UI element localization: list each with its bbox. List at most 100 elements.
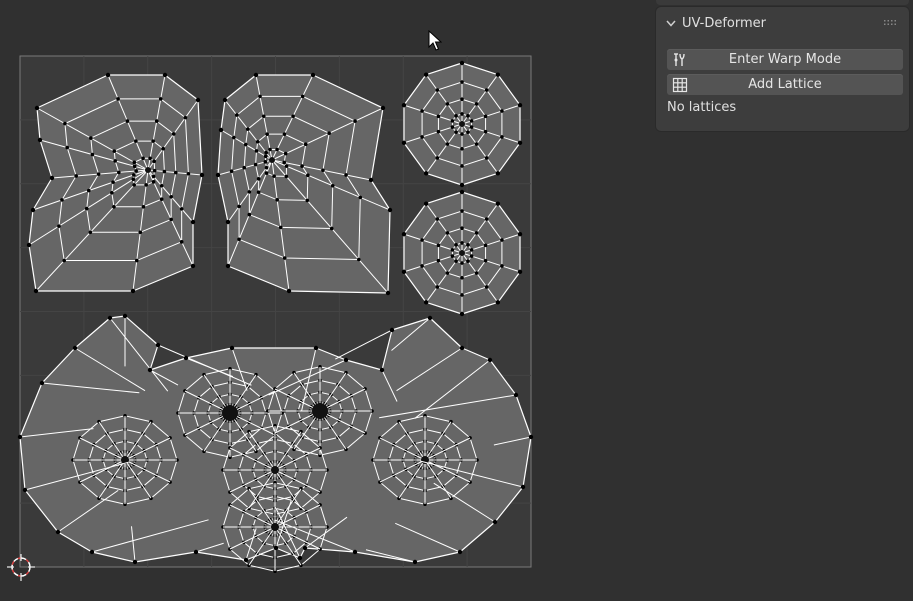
- uv-vertex: [243, 557, 249, 563]
- uv-vertex: [190, 263, 196, 269]
- uv-vertex: [55, 529, 61, 535]
- uv-vertex: [460, 112, 464, 116]
- uv-vertex: [87, 188, 91, 193]
- uv-vertex: [469, 125, 474, 129]
- uv-vertex: [272, 174, 276, 178]
- uv-vertex: [131, 177, 136, 182]
- uv-vertex: [283, 151, 288, 156]
- uv-vertex: [310, 72, 316, 78]
- uv-vertex: [154, 119, 159, 123]
- uv-vertex: [254, 149, 259, 153]
- enter-warp-mode-button[interactable]: Enter Warp Mode: [667, 49, 903, 70]
- uv-vertex: [273, 545, 279, 551]
- uv-vertex: [263, 160, 268, 164]
- uv-vertex: [159, 197, 164, 201]
- uv-vertex: [305, 198, 310, 203]
- uv-vertex: [132, 164, 137, 169]
- uv-vertex: [132, 160, 137, 165]
- uv-vertex: [253, 162, 258, 167]
- uv-vertex: [435, 285, 440, 289]
- uv-vertex: [96, 172, 101, 176]
- uv-vertex: [84, 206, 89, 211]
- drag-handle-icon[interactable]: [883, 19, 897, 27]
- uv-vertex: [356, 257, 361, 262]
- uv-vertex: [199, 172, 205, 178]
- uv-vertex: [193, 549, 199, 555]
- uv-vertex: [256, 190, 261, 195]
- uv-vertex: [57, 224, 61, 228]
- uv-vertex: [435, 156, 440, 160]
- uv-vertex: [495, 72, 501, 77]
- uv-vertex: [474, 271, 479, 275]
- uv-vertex: [264, 171, 269, 175]
- uv-vertex: [484, 217, 489, 221]
- uv-vertex: [460, 261, 464, 265]
- uv-vertex: [151, 180, 156, 184]
- uv-vertex: [30, 207, 36, 213]
- uv-vertex: [483, 258, 488, 263]
- uv-vertex: [105, 72, 111, 78]
- uv-face-hole: [312, 403, 328, 419]
- uv-face-hole: [222, 405, 238, 421]
- uv-vertex: [147, 367, 153, 373]
- uv-vertex: [484, 156, 489, 160]
- uv-vertex: [110, 190, 114, 195]
- uv-vertex: [459, 345, 465, 351]
- uv-vertex: [122, 313, 128, 319]
- uv-vertex: [460, 226, 464, 231]
- uv-vertex: [88, 230, 93, 235]
- uv-vertex: [423, 300, 429, 305]
- uv-vertex: [330, 183, 335, 188]
- uv-vertex: [253, 72, 259, 78]
- uv-vertex: [435, 88, 440, 92]
- uv-vertex: [389, 327, 395, 333]
- uv-vertex: [466, 114, 470, 118]
- add-lattice-button[interactable]: Add Lattice: [667, 74, 903, 95]
- uv-vertex: [60, 198, 64, 202]
- uv-vertex: [528, 434, 534, 440]
- uv-vertex: [282, 160, 287, 165]
- uv-vertex: [37, 137, 43, 143]
- uv-vertex: [171, 132, 176, 136]
- chevron-down-icon[interactable]: [664, 16, 678, 30]
- uv-vertex: [460, 241, 464, 245]
- uv-vertex: [162, 72, 168, 78]
- uv-vertex: [258, 94, 262, 99]
- uv-vertex: [179, 240, 184, 244]
- uv-deformer-panel: UV-Deformer Enter Warp Mode Add Lattice …: [656, 7, 909, 131]
- uv-vertex: [229, 169, 234, 174]
- uv-vertex: [237, 237, 241, 242]
- uv-vertex: [423, 171, 429, 176]
- uv-vertex: [474, 231, 479, 235]
- uv-vertex: [466, 130, 470, 134]
- uv-vertex: [343, 357, 349, 363]
- uv-vertex: [459, 60, 465, 66]
- uv-vertex: [329, 226, 334, 231]
- uv-vertex: [151, 139, 155, 143]
- enter-warp-mode-label: Enter Warp Mode: [728, 52, 842, 67]
- uv-vertex: [229, 345, 235, 351]
- 2d-cursor-origin-icon[interactable]: [6, 553, 36, 583]
- uv-vertex: [90, 152, 95, 157]
- uv-vertex: [495, 171, 501, 176]
- warp-tool-icon: [674, 53, 685, 66]
- uv-vertex: [460, 164, 464, 168]
- uv-vertex: [454, 114, 458, 118]
- uv-vertex: [513, 392, 519, 398]
- uv-vertex: [141, 204, 146, 209]
- uv-island-disc-bottom-hole: [459, 250, 465, 256]
- uv-island-left-ear-hole: [145, 167, 151, 173]
- uv-vertex: [49, 175, 55, 181]
- uv-vertex: [134, 169, 138, 173]
- uv-vertex: [264, 165, 269, 170]
- uv-island-right-ear-hole: [269, 157, 275, 163]
- panel-header[interactable]: UV-Deformer: [664, 13, 901, 33]
- uv-vertex: [327, 131, 331, 136]
- uv-vertex: [152, 159, 156, 164]
- uv-vertex: [436, 114, 441, 119]
- uv-vertex: [466, 243, 470, 247]
- uv-vertex: [125, 119, 130, 123]
- uv-vertex: [278, 225, 283, 230]
- uv-vertex: [436, 243, 441, 248]
- uv-vertex: [132, 173, 136, 177]
